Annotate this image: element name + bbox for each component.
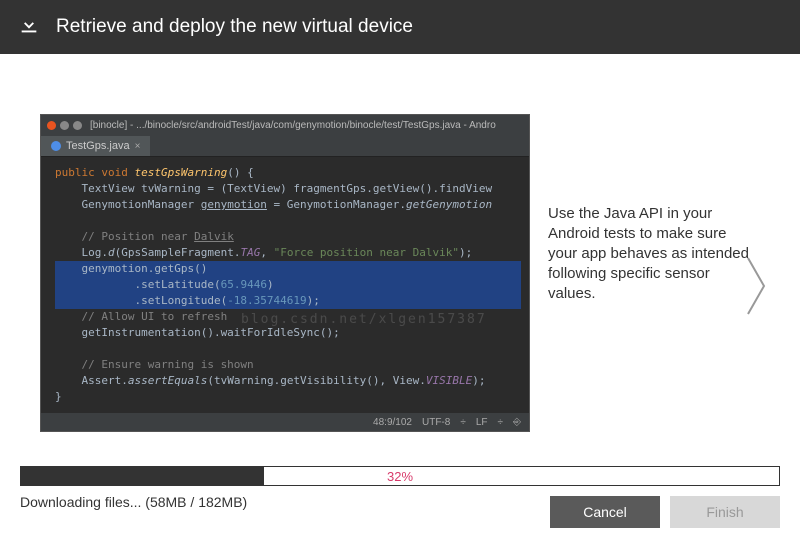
ide-screenshot: [binocle] - .../binocle/src/androidTest/… [40,114,530,432]
line-ending-label: LF [476,417,488,428]
tab-label: TestGps.java [66,140,130,152]
header-bar: Retrieve and deploy the new virtual devi… [0,0,800,54]
window-controls [47,121,82,130]
code-line: // Position near Dalvik [55,229,521,245]
ide-statusbar: 48:9/102 UTF-8 ÷ LF ÷ ⎆ [41,413,529,431]
button-row: Cancel Finish [550,496,780,528]
progress-bar: 32% [20,466,780,486]
lock-icon: ⎆ [513,417,521,428]
code-line-selected: genymotion.getGps() [55,261,521,277]
code-line: // Allow UI to refresh [55,309,521,325]
progress-percent-label: 32% [21,467,779,487]
code-editor: public void testGpsWarning() { TextView … [41,157,529,413]
ide-tabbar: TestGps.java × [41,135,529,157]
min-dot-icon [60,121,69,130]
tab-testgps[interactable]: TestGps.java × [41,136,150,156]
max-dot-icon [73,121,82,130]
slide-description: Use the Java API in your Android tests t… [530,114,760,432]
next-slide-arrow[interactable] [742,254,770,323]
progress-section: 32% [0,466,800,486]
code-line: // Ensure warning is shown [55,357,521,373]
code-line: } [55,389,521,405]
code-line-selected: .setLatitude(65.9446) [55,277,521,293]
code-line-selected: .setLongitude(-18.35744619); [55,293,521,309]
ide-window-title: [binocle] - .../binocle/src/androidTest/… [90,120,496,131]
tab-close-icon[interactable]: × [135,141,141,152]
header-title: Retrieve and deploy the new virtual devi… [56,16,413,38]
cursor-position: 48:9/102 [373,417,412,428]
content-area: [binocle] - .../binocle/src/androidTest/… [0,54,800,452]
code-line: getInstrumentation().waitForIdleSync(); [55,325,521,341]
code-line: GenymotionManager genymotion = Genymotio… [55,197,521,213]
finish-button: Finish [670,496,780,528]
java-file-icon [51,141,61,151]
code-line [55,341,521,357]
ide-titlebar: [binocle] - .../binocle/src/androidTest/… [41,115,529,135]
code-line: Log.d(GpsSampleFragment.TAG, "Force posi… [55,245,521,261]
close-dot-icon [47,121,56,130]
code-line: Assert.assertEquals(tvWarning.getVisibil… [55,373,521,389]
encoding-label: UTF-8 [422,417,450,428]
code-line [55,213,521,229]
download-icon [18,14,40,41]
code-line: public void testGpsWarning() { [55,165,521,181]
code-line: TextView tvWarning = (TextView) fragment… [55,181,521,197]
cancel-button[interactable]: Cancel [550,496,660,528]
